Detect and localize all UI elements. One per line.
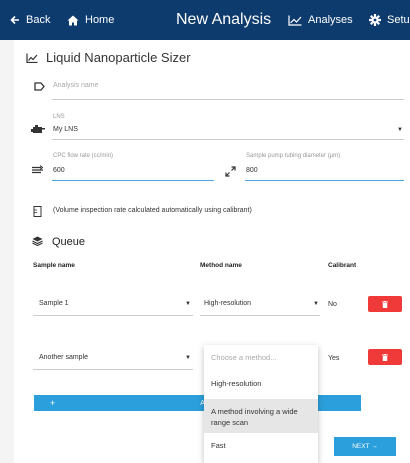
trash-icon bbox=[382, 300, 388, 308]
analysis-form-card: Liquid Nanoparticle Sizer Analysis name … bbox=[14, 40, 410, 463]
back-button[interactable]: Back bbox=[10, 0, 50, 40]
expand-arrows-icon bbox=[225, 166, 236, 177]
beaker-icon bbox=[33, 206, 42, 217]
setup-button[interactable]: Setu bbox=[369, 0, 410, 40]
method-dropdown-menu: Choose a method... High-resolution A met… bbox=[204, 345, 318, 463]
label-tag-icon bbox=[34, 82, 45, 91]
cpc-flow-label: CPC flow rate (cc/min) bbox=[53, 153, 114, 159]
tubing-diameter-label: Sample pump tubing diameter (μm) bbox=[246, 153, 341, 159]
page-title: New Analysis bbox=[176, 11, 272, 28]
row-1-delete-button[interactable] bbox=[368, 296, 402, 312]
lns-underline bbox=[52, 139, 404, 140]
calibrant-note: (Volume inspection rate calculated autom… bbox=[53, 207, 252, 214]
column-header-calibrant: Calibrant bbox=[328, 262, 357, 269]
back-label: Back bbox=[26, 14, 51, 26]
queue-title: Queue bbox=[52, 236, 86, 248]
analysis-name-input[interactable]: Analysis name bbox=[53, 82, 99, 89]
analyses-label: Analyses bbox=[308, 14, 353, 26]
flow-icon bbox=[32, 165, 44, 174]
instrument-icon bbox=[31, 125, 45, 133]
tubing-diameter-input[interactable]: 800 bbox=[246, 167, 258, 174]
cpc-flow-underline bbox=[52, 180, 214, 181]
lns-select[interactable]: My LNS bbox=[53, 126, 78, 133]
row-1-sample-select[interactable]: Sample 1 bbox=[39, 300, 69, 307]
cpc-flow-input[interactable]: 600 bbox=[53, 167, 65, 174]
home-icon bbox=[67, 15, 79, 25]
add-icon: + bbox=[50, 398, 56, 408]
row-1-method-underline bbox=[200, 315, 320, 316]
analyses-button[interactable]: Analyses bbox=[288, 0, 353, 40]
row-1-sample-dropdown-arrow[interactable]: ▼ bbox=[185, 301, 191, 307]
method-option-high-resolution[interactable]: High-resolution bbox=[204, 371, 318, 397]
line-chart-icon bbox=[26, 53, 38, 63]
lns-dropdown-arrow[interactable]: ▼ bbox=[397, 127, 403, 133]
arrow-left-icon bbox=[10, 15, 19, 25]
column-header-method: Method name bbox=[200, 262, 242, 269]
row-1-method-select[interactable]: High-resolution bbox=[204, 300, 251, 307]
home-button[interactable]: Home bbox=[67, 0, 114, 40]
row-1-method-dropdown-arrow[interactable]: ▼ bbox=[313, 301, 319, 307]
form-heading-text: Liquid Nanoparticle Sizer bbox=[46, 50, 191, 65]
next-button[interactable]: NEXT → bbox=[334, 437, 396, 456]
gear-icon bbox=[369, 14, 381, 26]
form-heading: Liquid Nanoparticle Sizer bbox=[26, 50, 191, 65]
top-navigation-bar: Back Home New Analysis Analyses Setu bbox=[0, 0, 410, 40]
row-2-sample-select[interactable]: Another sample bbox=[39, 354, 88, 361]
tubing-diameter-underline bbox=[245, 180, 404, 181]
lns-label: LNS bbox=[53, 114, 65, 120]
row-2-delete-button[interactable] bbox=[368, 349, 402, 365]
row-2-calibrant: Yes bbox=[328, 355, 340, 362]
method-dropdown-placeholder[interactable]: Choose a method... bbox=[204, 345, 318, 371]
method-option-fast[interactable]: Fast bbox=[204, 433, 318, 459]
method-option-wide-range-scan[interactable]: A method involving a wide range scan bbox=[204, 399, 318, 433]
line-chart-icon bbox=[288, 15, 302, 26]
layers-icon bbox=[32, 236, 43, 246]
column-header-sample: Sample name bbox=[33, 262, 75, 269]
analysis-name-underline bbox=[52, 99, 404, 100]
row-2-sample-dropdown-arrow[interactable]: ▼ bbox=[185, 355, 191, 361]
row-1-calibrant: No bbox=[328, 301, 337, 308]
setup-label: Setu bbox=[387, 14, 410, 26]
row-2-sample-underline bbox=[33, 369, 193, 370]
home-label: Home bbox=[85, 14, 115, 26]
trash-icon bbox=[382, 353, 388, 361]
row-1-sample-underline bbox=[33, 315, 193, 316]
